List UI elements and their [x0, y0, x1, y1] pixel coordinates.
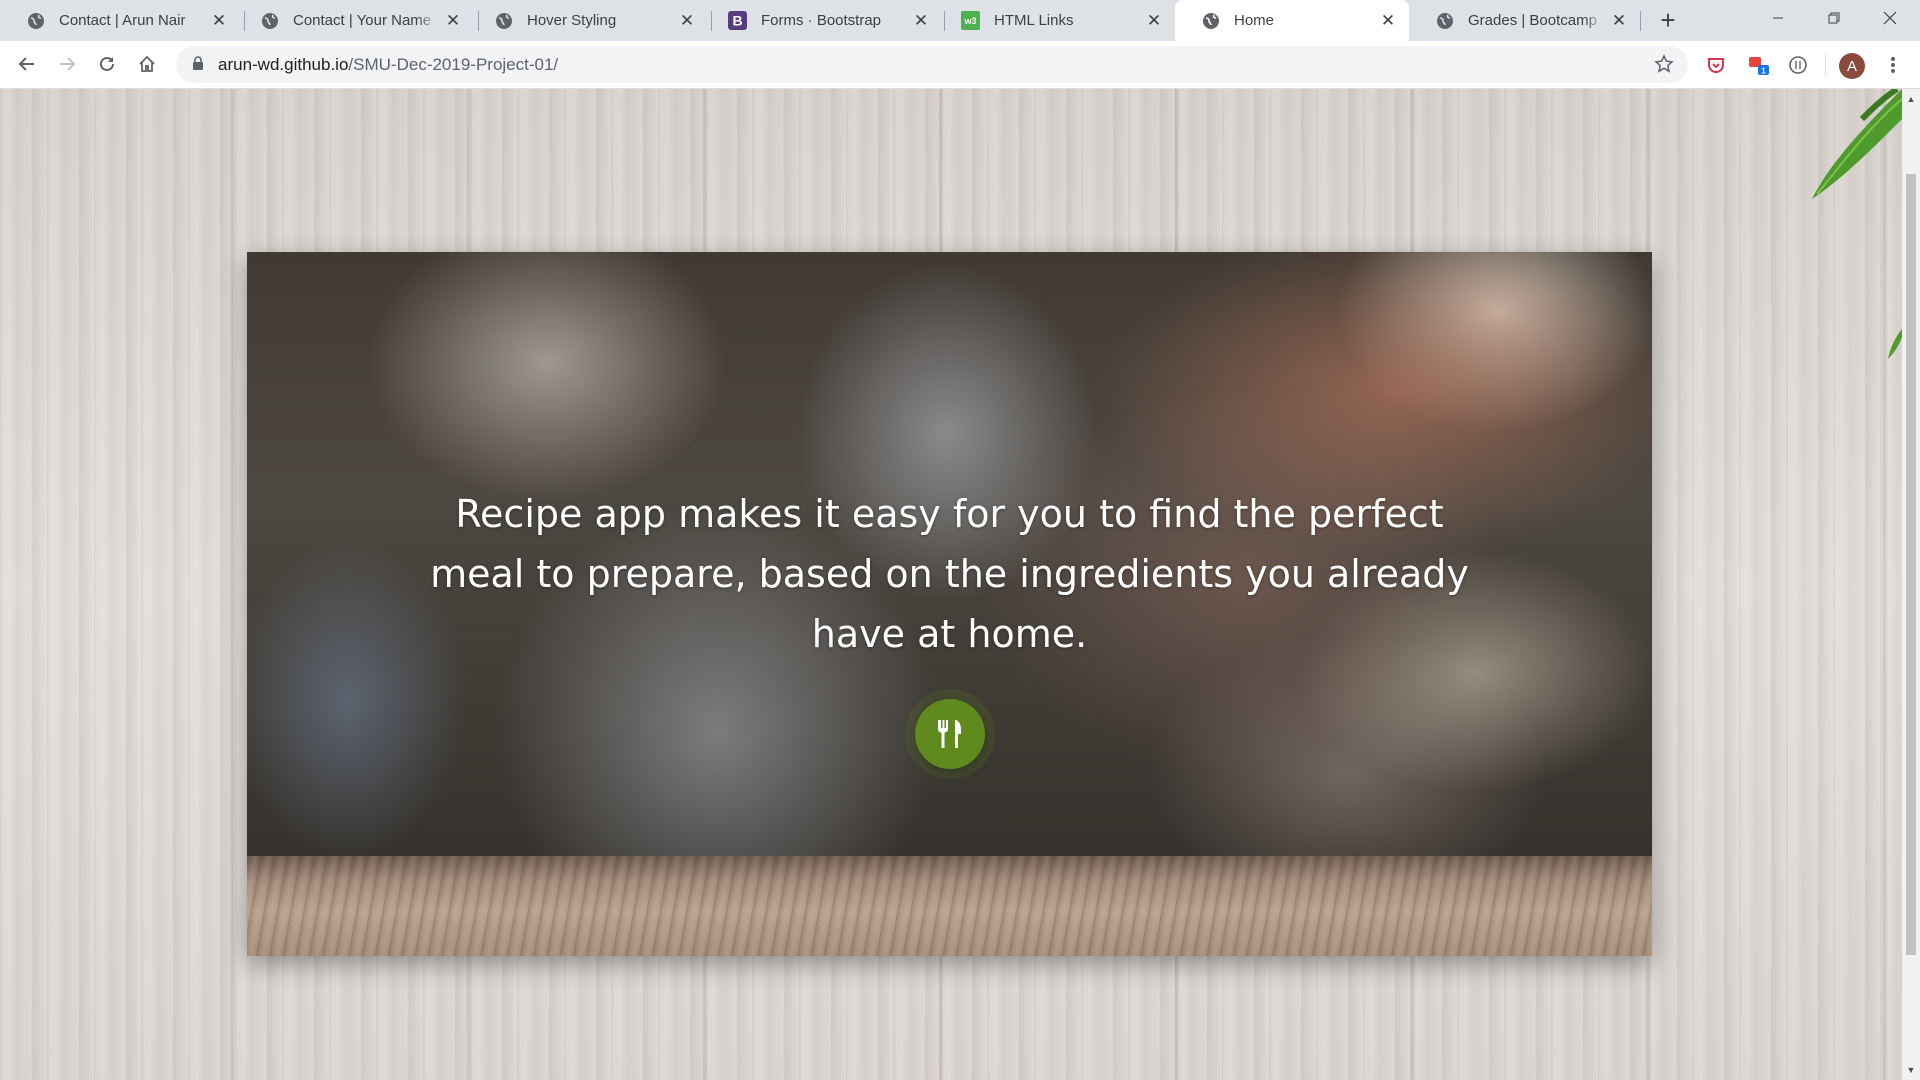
minimize-window-button[interactable]: [1750, 0, 1806, 36]
hero-table-surface: [247, 856, 1652, 956]
hero-description: Recipe app makes it easy for you to find…: [430, 492, 1469, 656]
leaf-decoration: [1812, 89, 1902, 199]
tab-home[interactable]: Home ✕: [1175, 0, 1409, 41]
url-path: /SMU-Dec-2019-Project-01/: [348, 55, 559, 74]
tab-contact-arun-nair[interactable]: Contact | Arun Nair ✕: [0, 0, 240, 41]
close-tab-icon[interactable]: ✕: [678, 11, 696, 30]
page-scrollbar[interactable]: ▲ ▼: [1902, 89, 1920, 1080]
w3schools-icon: w3: [961, 11, 980, 30]
extension-badge-icon[interactable]: 1: [1746, 52, 1772, 78]
svg-text:B: B: [732, 13, 742, 29]
extension-badge-count: 1: [1761, 67, 1766, 76]
start-recipe-button[interactable]: [915, 699, 985, 769]
forward-button[interactable]: [53, 50, 81, 78]
reload-button[interactable]: [93, 50, 121, 78]
close-tab-icon[interactable]: ✕: [1610, 11, 1628, 30]
tab-title: Hover Styling: [527, 12, 617, 29]
pocket-extension-icon[interactable]: [1703, 52, 1729, 78]
bookmark-star-icon[interactable]: [1654, 54, 1674, 79]
reload-icon: [100, 56, 114, 71]
url-host: arun-wd.github.io: [218, 55, 349, 74]
close-tab-icon[interactable]: ✕: [444, 11, 462, 30]
close-tab-icon[interactable]: ✕: [210, 11, 228, 30]
hero-section: Recipe app makes it easy for you to find…: [247, 252, 1652, 956]
tab-contact-your-name[interactable]: Contact | Your Name ✕: [234, 0, 474, 41]
scroll-up-arrow[interactable]: ▲: [1902, 91, 1920, 107]
tab-title: HTML Links: [994, 12, 1074, 29]
scroll-down-arrow[interactable]: ▼: [1902, 1062, 1920, 1078]
tab-html-links[interactable]: w3 HTML Links ✕: [935, 0, 1175, 41]
leaf-tip-decoration: [1888, 329, 1902, 359]
globe-icon: [26, 11, 45, 30]
svg-text:w3: w3: [963, 16, 976, 26]
address-bar[interactable]: arun-wd.github.io/SMU-Dec-2019-Project-0…: [176, 46, 1688, 83]
tab-forms-bootstrap[interactable]: B Forms · Bootstrap ✕: [702, 0, 942, 41]
arrow-left-icon: [18, 57, 34, 71]
bootstrap-icon: B: [728, 11, 747, 30]
close-window-button[interactable]: [1862, 0, 1918, 36]
menu-kebab-icon[interactable]: [1880, 52, 1906, 78]
back-button[interactable]: [13, 50, 41, 78]
restore-icon: [1828, 12, 1840, 24]
home-icon: [139, 55, 155, 72]
home-button[interactable]: [133, 50, 161, 78]
close-tab-icon[interactable]: ✕: [912, 11, 930, 30]
tab-separator: [1640, 11, 1641, 31]
tab-title: Contact | Arun Nair: [59, 12, 186, 29]
utensils-icon: [938, 720, 961, 748]
lock-icon[interactable]: [192, 56, 204, 76]
globe-icon: [1435, 11, 1454, 30]
scroll-thumb[interactable]: [1906, 174, 1916, 955]
globe-icon: [494, 11, 513, 30]
profile-avatar[interactable]: A: [1839, 53, 1865, 79]
tab-title: Contact | Your Name: [293, 12, 432, 29]
page-viewport: Recipe app makes it easy for you to find…: [0, 89, 1902, 1080]
tab-hover-styling[interactable]: Hover Styling ✕: [468, 0, 708, 41]
new-tab-button[interactable]: +: [1654, 5, 1682, 35]
extension-circle-icon[interactable]: [1785, 52, 1811, 78]
toolbar-divider: [1825, 54, 1826, 76]
globe-icon: [260, 11, 279, 30]
arrow-right-icon: [60, 57, 76, 71]
minimize-icon: [1773, 17, 1783, 19]
globe-icon: [1201, 11, 1220, 30]
url-text: arun-wd.github.io/SMU-Dec-2019-Project-0…: [218, 55, 558, 75]
close-tab-icon[interactable]: ✕: [1379, 11, 1397, 30]
tab-grades-bootcamp-spot[interactable]: Grades | Bootcamp Spot ✕: [1409, 0, 1640, 41]
tab-strip: Contact | Arun Nair ✕ Contact | Your Nam…: [0, 0, 1920, 41]
tab-title: Forms · Bootstrap: [761, 12, 882, 29]
tab-title: Grades | Bootcamp Spot: [1468, 12, 1604, 29]
browser-toolbar: arun-wd.github.io/SMU-Dec-2019-Project-0…: [0, 41, 1920, 89]
close-tab-icon[interactable]: ✕: [1145, 11, 1163, 30]
close-icon: [1883, 11, 1897, 25]
restore-window-button[interactable]: [1806, 0, 1862, 36]
tab-title: Home: [1234, 12, 1275, 29]
